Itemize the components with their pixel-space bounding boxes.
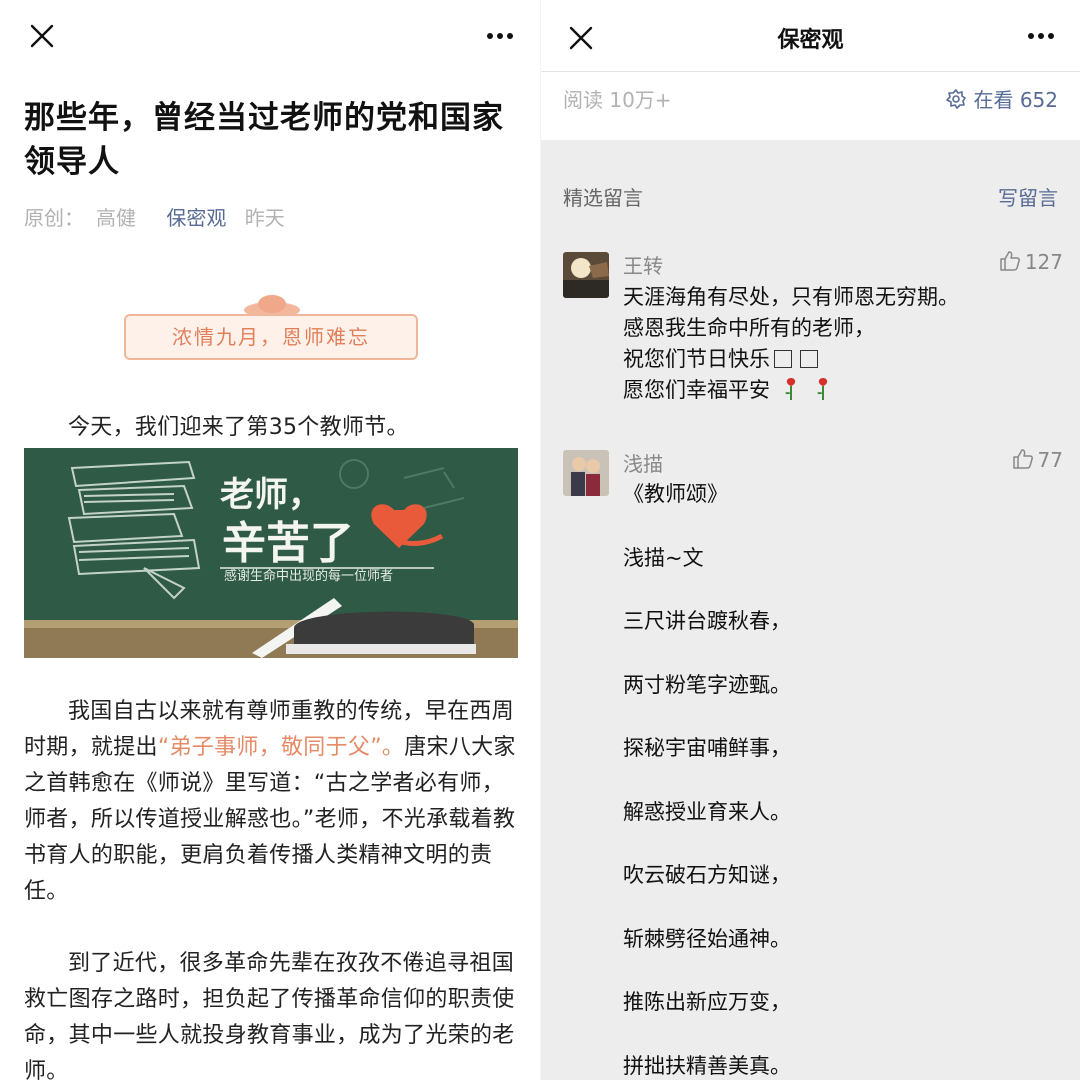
- like-button[interactable]: 127: [999, 250, 1063, 274]
- close-button[interactable]: [22, 16, 62, 56]
- thumbs-up-icon: [1000, 251, 1020, 271]
- image-text-line1: 老师，: [220, 475, 322, 515]
- image-text-line2: 辛苦了: [222, 518, 354, 569]
- comments-header: 保密观: [541, 0, 1080, 72]
- avatar[interactable]: [563, 450, 609, 496]
- article-title: 那些年，曾经当过老师的党和国家领导人: [24, 100, 504, 180]
- image-caption: 感谢生命中出现的每一位师者: [224, 568, 393, 584]
- comment-item: 王转 127 天涯海角有尽处，只有师恩无穷期。 感恩我生命中所有的老师， 祝您们…: [563, 250, 1063, 410]
- comment-line: 天涯海角有尽处，只有师恩无穷期。: [623, 285, 959, 309]
- more-button[interactable]: [1019, 22, 1063, 52]
- missing-emoji-icon: [774, 350, 792, 368]
- comment-author: 浅描: [623, 452, 663, 476]
- looking-button[interactable]: 在看 652: [945, 84, 1058, 113]
- poem-line: 解惑授业育来人。: [623, 799, 791, 824]
- comment-line-with-emoji: 祝您们节日快乐: [623, 344, 1063, 375]
- stats-bar: 阅读 10万+ 在看 652: [541, 72, 1080, 140]
- intro-paragraph: 今天，我们迎来了第35个教师节。: [68, 415, 409, 440]
- original-label: 原创： 高健: [24, 206, 136, 230]
- article-panel: 那些年，曾经当过老师的党和国家领导人 原创： 高健 保密观 昨天 浓情九月，恩师难…: [0, 0, 541, 1080]
- poem-line: 斩棘劈径始通神。: [623, 926, 791, 951]
- paragraph-1: 我国自古以来就有尊师重教的传统，早在西周时期，就提出“弟子事师，敬同于父”。唐宋…: [24, 699, 516, 904]
- comments-panel: 保密观 阅读 10万+ 在看 652 精选留言 写留言 王转 127 天涯海角有…: [541, 0, 1080, 1080]
- rose-icon: [817, 378, 828, 400]
- poem-line: 拼拙扶精善美真。: [623, 1053, 791, 1078]
- poem-line: 两寸粉笔字迹甄。: [623, 672, 791, 697]
- poem-line: 《教师颂》: [623, 482, 728, 506]
- looking-icon: [946, 89, 967, 109]
- selected-comments-label: 精选留言: [563, 186, 643, 210]
- quote-highlight: “弟子事师，敬同于父”。: [157, 735, 405, 760]
- like-button[interactable]: 77: [1012, 448, 1063, 472]
- publish-time: 昨天: [244, 206, 285, 230]
- close-icon: [30, 24, 54, 48]
- poem-line: 探秘宇宙哺鲜事，: [623, 736, 791, 760]
- teacher-day-image: 老师， 辛苦了 感谢生命中出现的每一位师者: [24, 448, 518, 658]
- more-icon: [487, 33, 513, 39]
- poem-line: 浅描~文: [623, 545, 704, 570]
- account-link[interactable]: 保密观: [166, 206, 226, 230]
- more-icon: [1028, 33, 1054, 39]
- paragraph-2: 到了近代，很多革命先辈在孜孜不倦追寻祖国救亡图存之路时，担负起了传播革命信仰的职…: [24, 951, 515, 1080]
- missing-emoji-icon: [800, 350, 818, 368]
- comment-line: 感恩我生命中所有的老师，: [623, 316, 875, 340]
- avatar[interactable]: [563, 252, 609, 298]
- comment-body: 《教师颂》 浅描~文 三尺讲台踱秋春， 两寸粉笔字迹甄。 探秘宇宙哺鲜事， 解惑…: [623, 476, 1063, 1080]
- poem-line: 吹云破石方知谜，: [623, 863, 791, 887]
- more-button[interactable]: [478, 22, 522, 52]
- comment-body: 天涯海角有尽处，只有师恩无穷期。 感恩我生命中所有的老师， 祝您们节日快乐 愿您…: [623, 282, 1063, 406]
- comment-author: 王转: [623, 254, 663, 278]
- comment-line-with-emoji: 愿您们幸福平安: [623, 375, 1063, 406]
- section-banner: 浓情九月，恩师难忘: [124, 294, 418, 364]
- rose-icon: [784, 378, 795, 400]
- banner-text: 浓情九月，恩师难忘: [124, 314, 418, 360]
- poem-line: 三尺讲台踱秋春，: [623, 609, 791, 633]
- read-count: 阅读 10万+: [563, 88, 672, 112]
- poem-line: 推陈出新应万变，: [623, 990, 791, 1014]
- thumbs-up-icon: [1012, 449, 1033, 469]
- article-meta: 原创： 高健 保密观 昨天: [24, 202, 297, 231]
- comment-item: 浅描 77 《教师颂》 浅描~文 三尺讲台踱秋春， 两寸粉笔字迹甄。 探秘宇宙哺…: [563, 448, 1063, 1080]
- page-title: 保密观: [777, 28, 844, 53]
- write-comment-button[interactable]: 写留言: [998, 182, 1058, 211]
